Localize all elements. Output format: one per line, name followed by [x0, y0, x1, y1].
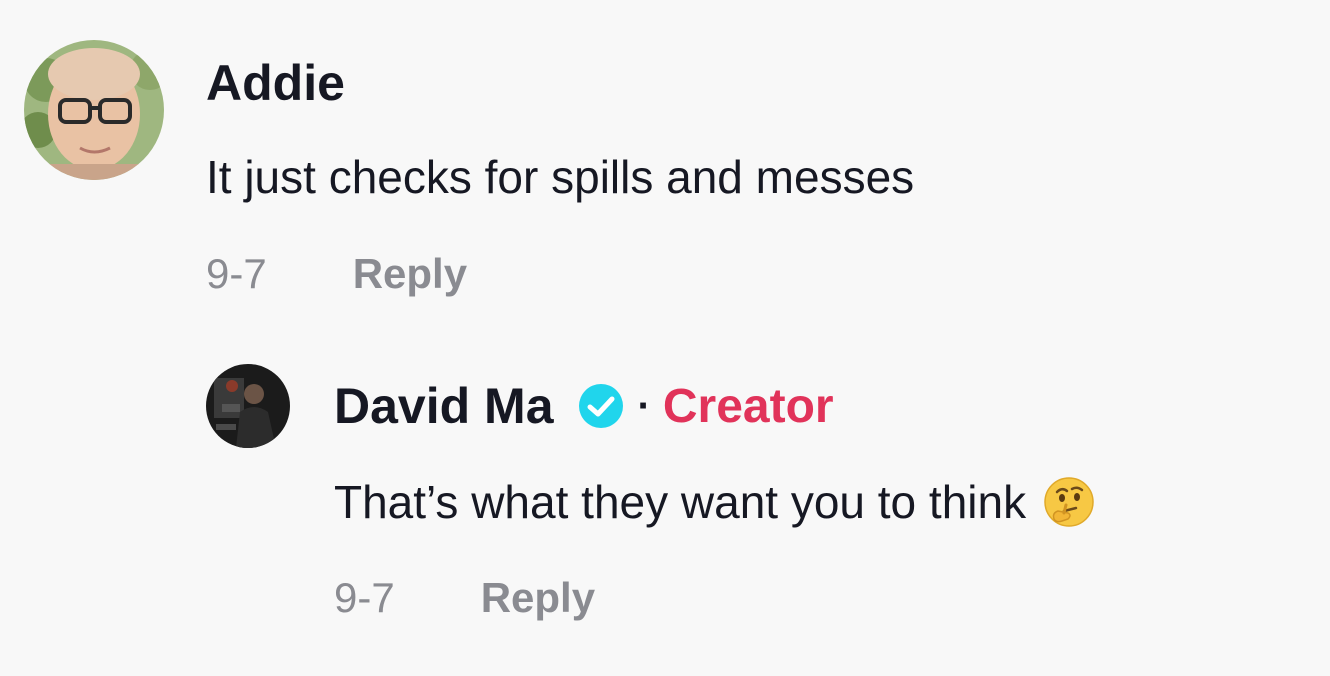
avatar-david-ma[interactable]	[206, 364, 290, 448]
avatar-addie[interactable]	[24, 40, 164, 180]
reply-meta: 9-7 Reply	[334, 570, 595, 626]
reply-button[interactable]: Reply	[481, 574, 595, 622]
verified-badge-icon	[578, 383, 624, 429]
username[interactable]: Addie	[206, 54, 345, 112]
comment-text: It just checks for spills and messes	[206, 151, 915, 203]
thinking-face-emoji	[1042, 475, 1096, 529]
comment-header: Addie	[206, 52, 345, 114]
reply-text-content: That’s what they want you to think	[334, 476, 1027, 528]
separator-dot: ·	[637, 383, 651, 428]
comment-date: 9-7	[206, 250, 267, 297]
comment-item: Addie It just checks for spills and mess…	[0, 0, 1330, 330]
reply-header: David Ma · Creator	[334, 374, 834, 438]
reply-date: 9-7	[334, 574, 395, 621]
comment-meta: 9-7 Reply	[206, 246, 467, 302]
reply-item: David Ma · Creator That’s what they want…	[0, 330, 1330, 676]
reply-text: That’s what they want you to think	[334, 472, 1096, 532]
username[interactable]: David Ma	[334, 377, 554, 435]
reply-button[interactable]: Reply	[353, 250, 467, 298]
creator-badge: Creator	[662, 379, 834, 433]
